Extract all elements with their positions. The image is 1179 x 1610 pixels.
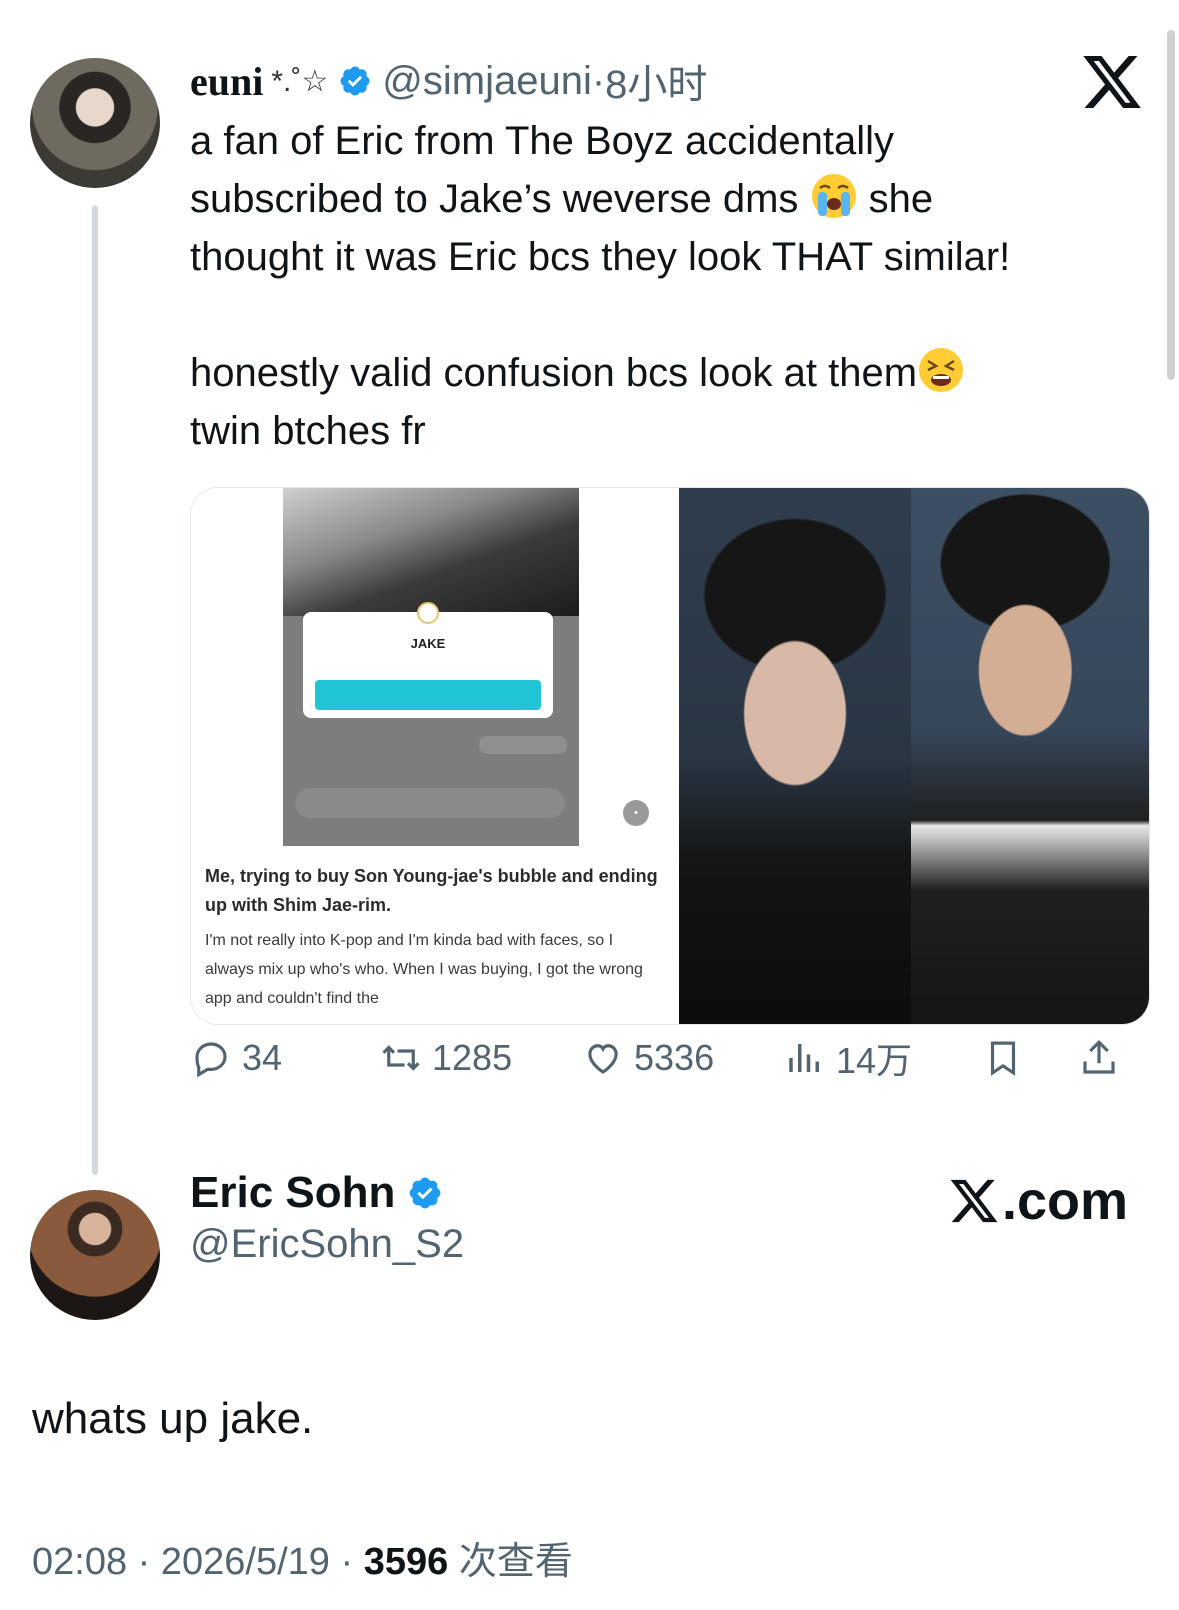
reply-count: 34	[242, 1037, 283, 1078]
bookmark-button[interactable]	[982, 1030, 1034, 1086]
reply-button[interactable]: 34	[190, 1030, 282, 1086]
reply-author-name-row: Eric Sohn	[190, 1168, 453, 1218]
chat-bubble	[479, 736, 567, 754]
tweet-text: a fan of Eric from The Boyz accidentally…	[190, 112, 1140, 460]
author-display-name[interactable]: euni	[190, 58, 263, 105]
reply-view-count: 3596	[363, 1541, 449, 1583]
verified-badge-icon	[340, 66, 370, 96]
tweet-text-line-1: a fan of Eric from The Boyz accidentally	[190, 119, 895, 163]
caption-cutoff	[191, 1010, 679, 1024]
heart-icon	[588, 1044, 618, 1074]
phone-profile-photo	[283, 488, 579, 616]
media-photo-1[interactable]	[679, 488, 911, 1024]
subscribe-card-label: JAKE	[410, 636, 446, 651]
tweet-text-line-2: subscribed to Jake’s weverse dms she	[190, 170, 1140, 228]
tweet-text-line-5: twin btches fr	[190, 409, 426, 453]
tweet-text-line-4: honestly valid confusion bcs look at the…	[190, 344, 1140, 402]
analytics-icon	[789, 1044, 819, 1072]
views-button[interactable]: 14万	[784, 1030, 912, 1086]
avatar-euni[interactable]	[30, 58, 160, 188]
reply-icon	[195, 1042, 227, 1078]
reply-author-handle[interactable]: @EricSohn_S2	[190, 1222, 464, 1267]
x-logo-icon	[950, 1179, 998, 1223]
tired-face-emoji-icon	[919, 348, 964, 392]
tweet-media[interactable]: JAKE • Me, trying to buy Son Young-jae's…	[190, 487, 1150, 1025]
phone-screenshot: JAKE	[283, 488, 579, 846]
like-button[interactable]: 5336	[582, 1030, 714, 1086]
reply-author-display-name[interactable]: Eric Sohn	[190, 1168, 395, 1218]
x-logo-icon	[1083, 56, 1141, 108]
tweet-action-bar: 34 1285 5336 14万	[190, 1030, 1150, 1086]
author-name-decoration: *.˚☆	[271, 64, 329, 98]
media-photo-2[interactable]	[911, 488, 1149, 1024]
reply-text: whats up jake.	[32, 1394, 314, 1443]
like-count: 5336	[634, 1037, 715, 1078]
crown-icon	[417, 602, 439, 624]
share-icon	[1083, 1040, 1115, 1074]
scrollbar[interactable]	[1167, 30, 1175, 380]
xcom-watermark: .com	[948, 1170, 1128, 1232]
watermark-badge-icon: •	[623, 800, 649, 826]
bookmark-icon	[990, 1041, 1016, 1076]
share-button[interactable]	[1078, 1030, 1130, 1086]
tweet-time-ago[interactable]: 8小时	[605, 52, 707, 110]
subscribe-card: JAKE	[303, 602, 553, 718]
subscribe-card-button	[315, 680, 541, 710]
reply-meta: 02:08 · 2026/5/19 · 3596 次查看	[32, 1541, 573, 1583]
screenshot-caption-body: I'm not really into K-pop and I'm kinda …	[205, 932, 643, 1007]
avatar-eric-sohn[interactable]	[30, 1190, 160, 1320]
loudly-crying-face-emoji-icon	[811, 174, 856, 218]
retweet-button[interactable]: 1285	[380, 1030, 512, 1086]
chat-input-bar	[295, 788, 565, 818]
reply-time[interactable]: 02:08	[32, 1541, 127, 1583]
meta-separator: ·	[591, 58, 606, 103]
retweet-count: 1285	[432, 1037, 513, 1078]
verified-badge-icon	[410, 1177, 441, 1209]
reply-view-label: 次查看	[458, 1541, 573, 1583]
thread-line	[92, 205, 98, 1175]
xcom-label: .com	[1002, 1171, 1129, 1231]
author-handle[interactable]: @simjaeuni	[382, 59, 592, 104]
screenshot-caption-title: Me, trying to buy Son Young-jae's bubble…	[205, 866, 658, 915]
views-count: 14万	[836, 1040, 913, 1081]
reply-date[interactable]: 2026/5/19	[161, 1541, 330, 1583]
retweet-icon	[382, 1045, 420, 1071]
tweet-header: euni *.˚☆ @simjaeuni · 8小时	[190, 56, 707, 108]
media-screenshot-panel[interactable]: JAKE • Me, trying to buy Son Young-jae's…	[191, 488, 679, 1024]
tweet-text-line-3: thought it was Eric bcs they look THAT s…	[190, 235, 1011, 279]
